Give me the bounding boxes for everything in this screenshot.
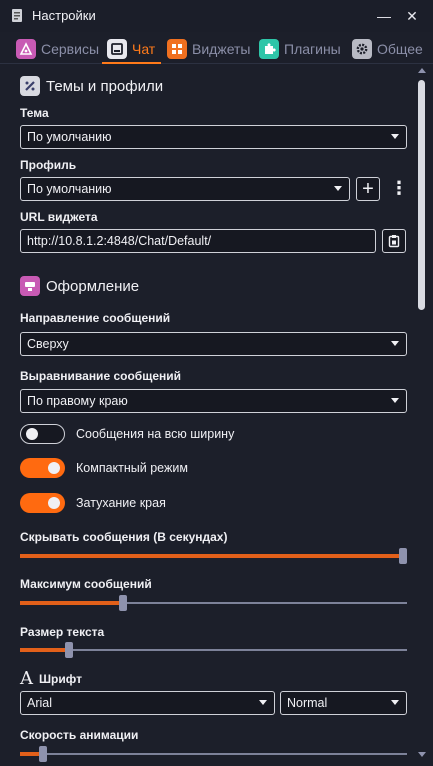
max-messages-label: Максимум сообщений [20,577,152,591]
widget-url-value: http://10.8.1.2:4848/Chat/Default/ [27,234,212,248]
alignment-select[interactable]: По правому краю [20,389,407,413]
chat-icon [107,39,127,59]
edge-fade-toggle[interactable] [20,493,65,513]
appearance-section-header: Оформление [20,276,139,296]
scrollbar-thumb[interactable] [418,80,425,310]
more-options-icon[interactable]: ⋮ [390,178,408,200]
section-title: Оформление [46,277,140,295]
tab-label: Плагины [284,41,341,57]
max-messages-slider[interactable] [20,595,407,611]
tab-widgets[interactable]: Виджеты [167,36,251,62]
plugins-icon [259,39,279,59]
title-bar: Настройки — ✕ [0,0,433,32]
chevron-down-icon [334,186,342,191]
hide-messages-label: Скрывать сообщения (В секундах) [20,530,228,544]
theme-select[interactable]: По умолчанию [20,125,407,149]
copy-url-button[interactable] [382,229,406,253]
slider-handle[interactable] [65,642,74,658]
text-size-label: Размер текста [20,625,105,639]
tab-label: Виджеты [192,41,251,57]
font-family-select[interactable]: Arial [20,691,275,715]
full-width-label: Сообщения на всю ширину [76,427,235,441]
edge-fade-label: Затухание края [76,496,166,510]
plus-icon: + [362,178,374,200]
profile-label: Профиль [20,158,77,172]
tab-general[interactable]: Общее [352,36,423,62]
compact-mode-label: Компактный режим [76,461,188,475]
widget-url-label: URL виджета [20,210,98,224]
gear-icon [352,39,372,59]
animation-speed-slider[interactable] [20,746,407,762]
scroll-down-icon[interactable] [418,752,426,757]
chevron-down-icon [391,134,399,139]
themes-section-header: Темы и профили [20,76,163,96]
direction-select-value: Сверху [27,337,69,351]
vertical-scrollbar[interactable] [414,64,433,766]
hide-messages-slider[interactable] [20,548,407,564]
tab-chat[interactable]: Чат [107,36,155,62]
tab-plugins[interactable]: Плагины [259,36,341,62]
text-size-slider[interactable] [20,642,407,658]
font-weight-select[interactable]: Normal [280,691,407,715]
widgets-icon [167,39,187,59]
animation-speed-label: Скорость анимации [20,728,139,742]
font-icon: A [20,668,33,689]
widget-url-field[interactable]: http://10.8.1.2:4848/Chat/Default/ [20,229,376,253]
tab-services[interactable]: Сервисы [16,36,99,62]
add-profile-button[interactable]: + [356,177,380,201]
toggle-knob [48,497,60,509]
slider-handle[interactable] [38,746,47,762]
alignment-label: Выравнивание сообщений [20,369,181,383]
chat-settings-panel: Темы и профили Тема По умолчанию Профиль… [0,64,413,766]
slider-track [20,649,407,651]
slider-track [20,753,407,755]
window-title: Настройки [32,8,96,23]
chevron-down-icon [259,700,267,705]
services-icon [16,39,36,59]
font-family-value: Arial [27,696,53,710]
font-header: A Шрифт [20,668,82,689]
chevron-down-icon [391,398,399,403]
toggle-knob [48,462,60,474]
palette-icon [20,76,40,96]
app-icon [12,9,22,22]
profile-select-value: По умолчанию [27,182,112,196]
tab-label: Общее [377,41,423,57]
font-label: Шрифт [39,671,82,686]
direction-select[interactable]: Сверху [20,332,407,356]
toggle-knob [26,428,38,440]
slider-fill [20,554,403,558]
tab-label: Чат [132,41,156,57]
theme-label: Тема [20,106,49,120]
font-weight-value: Normal [287,696,328,710]
slider-handle[interactable] [399,548,407,564]
tab-bar: Сервисы Чат Виджеты Плагины Общее [0,32,433,64]
close-button[interactable]: ✕ [402,6,422,26]
slider-handle[interactable] [118,595,127,611]
compact-mode-toggle[interactable] [20,458,65,478]
slider-fill [20,648,70,652]
theme-select-value: По умолчанию [27,130,112,144]
slider-fill [20,601,123,605]
profile-select[interactable]: По умолчанию [20,177,350,201]
direction-label: Направление сообщений [20,311,171,325]
scroll-up-icon[interactable] [418,68,426,73]
tab-label: Сервисы [41,41,100,57]
alignment-select-value: По правому краю [27,394,128,408]
minimize-button[interactable]: — [374,6,394,26]
chevron-down-icon [391,700,399,705]
appearance-icon [20,276,40,296]
chevron-down-icon [391,341,399,346]
section-title: Темы и профили [46,77,164,95]
full-width-toggle[interactable] [20,424,65,444]
clipboard-icon [388,235,400,248]
